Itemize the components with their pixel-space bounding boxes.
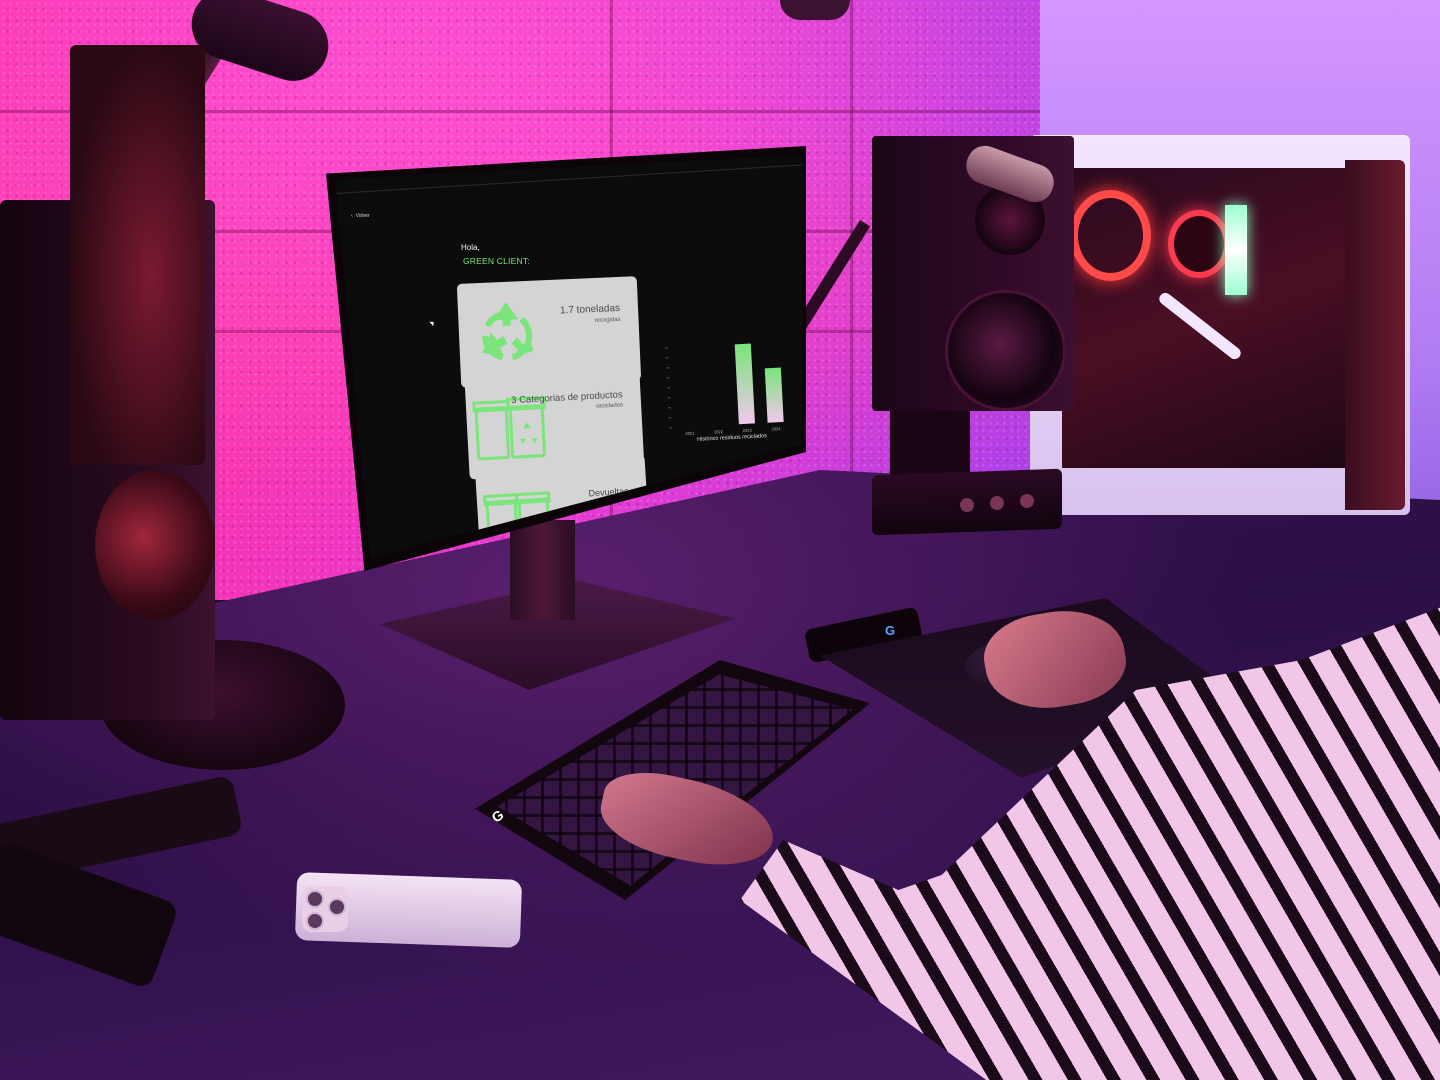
card-subtitle: reciclados [595,402,624,410]
recycle-icon [481,301,534,361]
camera-lens-icon [306,890,324,908]
monitor-stand [510,520,575,620]
chart-x-tick-label: 2024 [771,426,781,431]
pc-side-panel [1345,160,1405,510]
rgb-fan [1070,190,1151,281]
recycling-history-chart: 2021 2022 2023 2024 [664,343,784,436]
audio-knob [1020,494,1034,508]
ceiling-light [780,0,850,20]
chart-bar-2023 [734,343,755,425]
left-speaker-woofer [95,470,215,620]
chart-bar-2024 [764,367,784,423]
camera-lens-icon [306,912,324,930]
logitech-g-logo-icon: G [885,623,896,638]
client-name: GREEN CLIENT: [463,256,530,266]
audio-knob [960,498,974,512]
camera-lens-icon [328,898,346,916]
mouse-cursor-icon [429,319,436,327]
back-link[interactable]: ‹ Volver [351,213,370,219]
greeting: Hola, [461,243,480,252]
chart-bars [734,343,784,425]
right-speaker-woofer [945,290,1066,411]
left-speaker-face [70,45,205,465]
chart-x-tick-label: 2021 [685,431,695,436]
chart-y-axis [664,347,673,429]
ram-sticks [1225,205,1247,295]
cpu-pump [1168,210,1230,278]
photo-scene: ‹ Volver Hola, GREEN CLIENT: 1.7 tonelad… [0,0,1440,1080]
back-link-label: Volver [355,213,370,219]
speaker-stand [890,400,970,480]
audio-knob [990,496,1004,510]
card-value: 1.7 toneladas [559,302,621,317]
chart-x-tick-label: 2022 [714,429,724,434]
chart-x-tick-label: 2023 [743,428,753,433]
chevron-left-icon: ‹ [351,213,353,219]
card-subtitle: recogidas [594,316,621,324]
